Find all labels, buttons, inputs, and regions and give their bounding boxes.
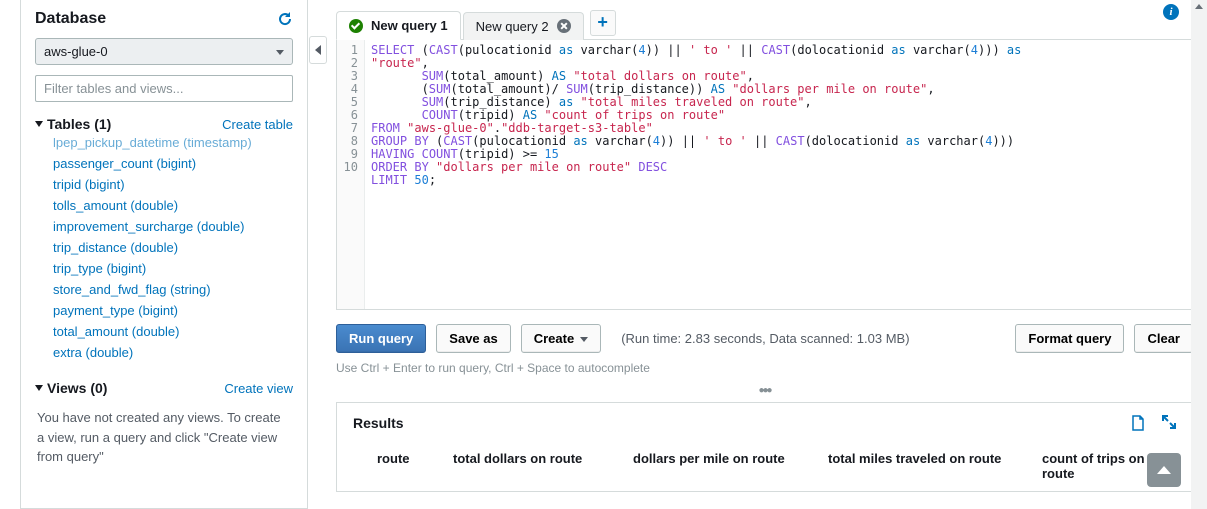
results-column-header[interactable]: total dollars on route [453,451,633,481]
results-column-header[interactable]: dollars per mile on route [633,451,828,481]
create-view-link[interactable]: Create view [224,381,293,396]
tab-label: New query 1 [371,18,448,33]
column-item[interactable]: payment_type (bigint) [35,300,289,321]
column-item[interactable]: lpep_pickup_datetime (timestamp) [35,138,289,153]
create-dropdown-button[interactable]: Create [521,324,601,353]
results-column-header[interactable]: route [353,451,453,481]
create-table-link[interactable]: Create table [222,117,293,132]
column-item[interactable]: tip_amount (double) [35,363,289,366]
run-query-button[interactable]: Run query [336,324,426,353]
refresh-icon[interactable] [277,11,293,27]
collapse-sidebar-button[interactable] [309,36,327,64]
results-column-header[interactable]: total miles traveled on route [828,451,1042,481]
database-selected-value: aws-glue-0 [44,44,108,59]
column-item[interactable]: tolls_amount (double) [35,195,289,216]
clear-button[interactable]: Clear [1134,324,1193,353]
database-heading: Database [35,10,106,28]
database-select[interactable]: aws-glue-0 [35,38,293,65]
query-toolbar: Run query Save as Create (Run time: 2.83… [336,324,1193,353]
page-scrollbar[interactable] [1191,0,1207,509]
query-tabs: New query 1 New query 2 + [336,10,1193,40]
caret-down-icon[interactable] [35,121,43,127]
chevron-up-icon [1157,466,1171,474]
add-tab-button[interactable]: + [590,10,616,36]
download-icon[interactable] [1130,415,1146,431]
results-heading: Results [353,415,404,431]
close-tab-icon[interactable] [557,19,571,33]
sql-editor[interactable]: 1 2 3 4 5 6 7 8 9 10 SELECT (CAST(puloca… [336,40,1193,310]
editor-code[interactable]: SELECT (CAST(pulocationid as varchar(4))… [365,40,1192,309]
info-icon[interactable]: i [1163,4,1179,20]
save-as-button[interactable]: Save as [436,324,510,353]
scroll-up-icon [1195,4,1203,9]
columns-list[interactable]: lpep_pickup_datetime (timestamp) passeng… [35,138,293,366]
column-item[interactable]: improvement_surcharge (double) [35,216,289,237]
results-table-header: route total dollars on route dollars per… [353,445,1176,491]
column-item[interactable]: passenger_count (bigint) [35,153,289,174]
chevron-left-icon [315,45,321,55]
tables-heading: Tables (1) [47,116,111,132]
column-item[interactable]: trip_type (bigint) [35,258,289,279]
database-sidebar: Database aws-glue-0 Tables (1) Create ta… [20,0,308,509]
editor-hint: Use Ctrl + Enter to run query, Ctrl + Sp… [336,361,1193,375]
expand-icon[interactable] [1162,415,1176,431]
format-query-button[interactable]: Format query [1015,324,1124,353]
results-panel: Results route total dollars on route dol… [336,402,1193,492]
column-item[interactable]: store_and_fwd_flag (string) [35,279,289,300]
tab-new-query-1[interactable]: New query 1 [336,11,461,40]
views-heading: Views (0) [47,380,107,396]
back-to-top-button[interactable] [1147,453,1181,487]
success-check-icon [349,19,363,33]
run-info-text: (Run time: 2.83 seconds, Data scanned: 1… [621,331,909,346]
editor-gutter: 1 2 3 4 5 6 7 8 9 10 [337,40,365,309]
filter-tables-input[interactable] [35,75,293,102]
resize-handle[interactable]: ●●● [336,385,1193,396]
tab-new-query-2[interactable]: New query 2 [463,12,584,40]
column-item[interactable]: tripid (bigint) [35,174,289,195]
column-item[interactable]: total_amount (double) [35,321,289,342]
sidebar-divider [308,0,328,509]
column-item[interactable]: trip_distance (double) [35,237,289,258]
tab-label: New query 2 [476,19,549,34]
views-empty-message: You have not created any views. To creat… [35,402,293,467]
column-item[interactable]: extra (double) [35,342,289,363]
main-panel: i New query 1 New query 2 + 1 2 3 4 5 6 … [328,0,1207,509]
caret-down-icon[interactable] [35,385,43,391]
